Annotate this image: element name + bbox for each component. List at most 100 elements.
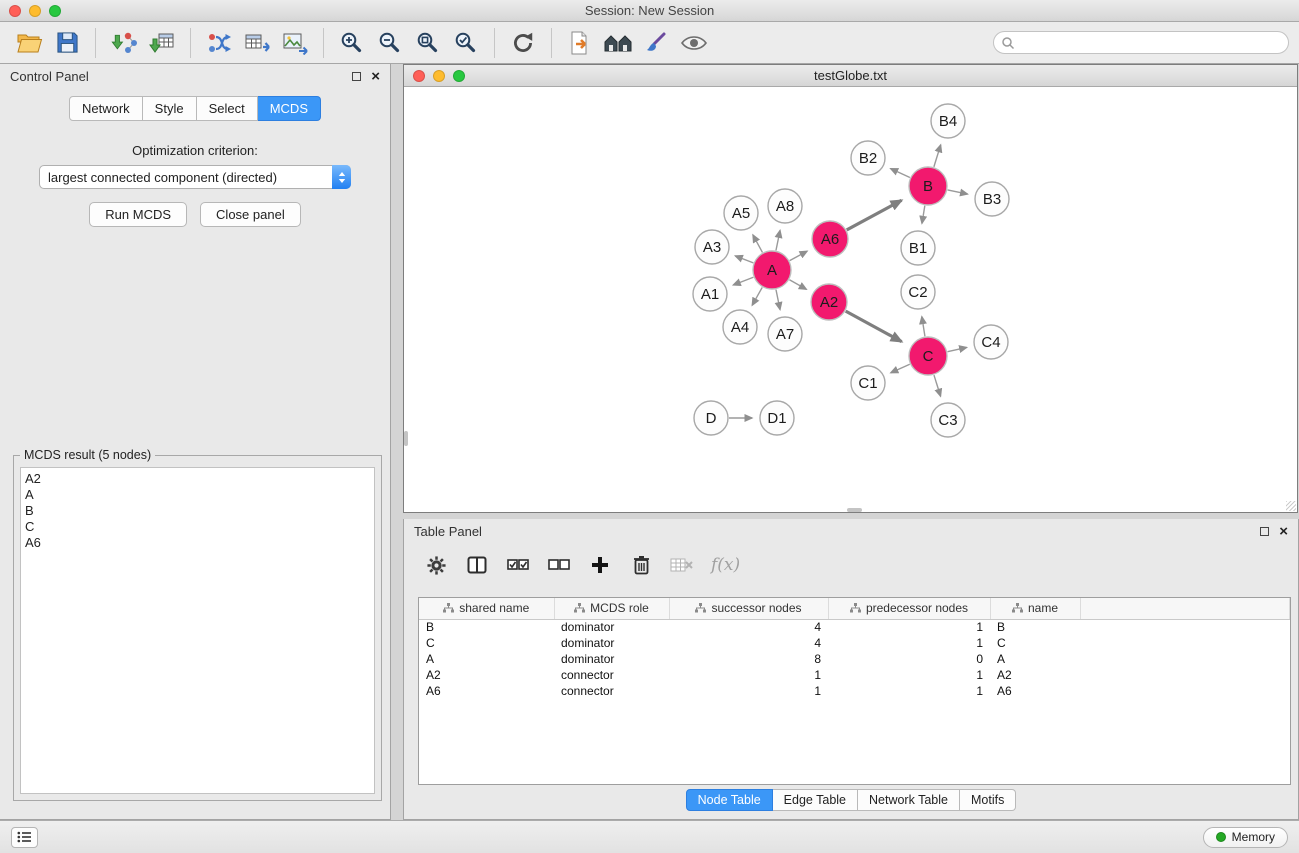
deselect-all-rows-button[interactable] xyxy=(547,553,571,577)
network-view[interactable]: B4B2BB3A5A8A6B1A3AC2A1A2A4A7C4CC1DD1C3 xyxy=(404,87,1297,512)
tab-style[interactable]: Style xyxy=(143,96,197,121)
zoom-selected-button[interactable] xyxy=(447,26,485,60)
graph-node[interactable]: A6 xyxy=(812,221,848,257)
close-window-button[interactable] xyxy=(9,5,21,17)
graph-edge[interactable] xyxy=(948,347,967,351)
graph-node[interactable]: B1 xyxy=(901,231,935,265)
list-item[interactable]: A6 xyxy=(25,535,374,551)
graph-edge[interactable] xyxy=(934,145,941,167)
horizontal-scrollbar-thumb[interactable] xyxy=(847,508,862,512)
tab-network-table[interactable]: Network Table xyxy=(858,789,960,811)
network-graph[interactable]: B4B2BB3A5A8A6B1A3AC2A1A2A4A7C4CC1DD1C3 xyxy=(404,87,1297,512)
graph-node[interactable]: C1 xyxy=(851,366,885,400)
graph-edge[interactable] xyxy=(776,290,780,310)
graph-edge[interactable] xyxy=(948,190,968,194)
tab-mcds[interactable]: MCDS xyxy=(258,96,321,121)
search-input[interactable] xyxy=(1015,34,1288,52)
zoom-in-button[interactable] xyxy=(333,26,371,60)
network-overview-button[interactable] xyxy=(599,26,637,60)
vertical-scrollbar-thumb[interactable] xyxy=(404,431,408,446)
graph-edge[interactable] xyxy=(790,251,807,260)
close-panel-icon[interactable]: × xyxy=(371,72,380,81)
list-item[interactable]: B xyxy=(25,503,374,519)
add-column-button[interactable] xyxy=(588,553,612,577)
memory-button[interactable]: Memory xyxy=(1203,827,1288,848)
graph-edge[interactable] xyxy=(753,235,763,252)
graph-node[interactable]: A3 xyxy=(695,230,729,264)
mcds-result-list[interactable]: A2ABCA6 xyxy=(20,467,375,794)
column-header[interactable]: successor nodes xyxy=(669,598,828,619)
graph-node[interactable]: D1 xyxy=(760,401,794,435)
graph-node[interactable]: B2 xyxy=(851,141,885,175)
graph-edge[interactable] xyxy=(789,280,806,289)
export-image-button[interactable] xyxy=(276,26,314,60)
tab-node-table[interactable]: Node Table xyxy=(686,789,773,811)
list-item[interactable]: A2 xyxy=(25,471,374,487)
graph-node[interactable]: A8 xyxy=(768,189,802,223)
close-panel-button[interactable]: Close panel xyxy=(200,202,301,227)
tab-edge-table[interactable]: Edge Table xyxy=(773,789,858,811)
minimize-window-button[interactable] xyxy=(29,5,41,17)
column-header[interactable]: MCDS role xyxy=(554,598,669,619)
table-row[interactable]: A6connector11A6 xyxy=(419,683,1290,699)
graph-node[interactable]: B xyxy=(909,167,947,205)
list-item[interactable]: C xyxy=(25,519,374,535)
close-table-panel-icon[interactable]: × xyxy=(1279,527,1288,536)
graph-edge[interactable] xyxy=(735,256,753,263)
table-row[interactable]: A2connector11A2 xyxy=(419,667,1290,683)
float-table-panel-button[interactable] xyxy=(1260,527,1269,536)
graph-node[interactable]: B4 xyxy=(931,104,965,138)
show-columns-button[interactable] xyxy=(465,553,489,577)
column-header[interactable]: name xyxy=(990,598,1080,619)
column-header[interactable]: shared name xyxy=(419,598,554,619)
graph-edge[interactable] xyxy=(846,311,902,342)
criterion-dropdown[interactable]: largest connected component (directed) xyxy=(39,165,351,189)
graph-node[interactable]: B3 xyxy=(975,182,1009,216)
import-network-button[interactable] xyxy=(105,26,143,60)
graph-node[interactable]: A5 xyxy=(724,196,758,230)
open-file-button[interactable] xyxy=(10,26,48,60)
resize-grip[interactable] xyxy=(1286,501,1296,511)
import-table-button[interactable] xyxy=(143,26,181,60)
tab-select[interactable]: Select xyxy=(197,96,258,121)
tab-motifs[interactable]: Motifs xyxy=(960,789,1016,811)
table-row[interactable]: Cdominator41C xyxy=(419,635,1290,651)
zoom-out-button[interactable] xyxy=(371,26,409,60)
network-minimize-button[interactable] xyxy=(433,70,445,82)
first-neighbors-button[interactable] xyxy=(561,26,599,60)
refresh-layout-button[interactable] xyxy=(504,26,542,60)
graph-node[interactable]: A2 xyxy=(811,284,847,320)
network-maximize-button[interactable] xyxy=(453,70,465,82)
graph-node[interactable]: A4 xyxy=(723,310,757,344)
graph-edge[interactable] xyxy=(891,364,910,373)
maximize-window-button[interactable] xyxy=(49,5,61,17)
run-mcds-button[interactable]: Run MCDS xyxy=(89,202,187,227)
table-row[interactable]: Adominator80A xyxy=(419,651,1290,667)
save-session-button[interactable] xyxy=(48,26,86,60)
graph-edge[interactable] xyxy=(776,230,780,250)
show-graphics-details-button[interactable] xyxy=(675,26,713,60)
export-network-button[interactable] xyxy=(200,26,238,60)
table-settings-button[interactable] xyxy=(424,553,448,577)
graph-node[interactable]: A1 xyxy=(693,277,727,311)
zoom-fit-button[interactable] xyxy=(409,26,447,60)
graph-node[interactable]: A xyxy=(753,251,791,289)
graph-edge[interactable] xyxy=(934,375,941,396)
graph-node[interactable]: C xyxy=(909,337,947,375)
tab-network[interactable]: Network xyxy=(69,96,143,121)
style-brush-button[interactable] xyxy=(637,26,675,60)
graph-edge[interactable] xyxy=(847,200,902,230)
graph-node[interactable]: C3 xyxy=(931,403,965,437)
show-console-button[interactable] xyxy=(11,827,38,848)
column-header[interactable]: predecessor nodes xyxy=(828,598,990,619)
float-panel-button[interactable] xyxy=(352,72,361,81)
graph-edge[interactable] xyxy=(922,206,925,224)
graph-node[interactable]: A7 xyxy=(768,317,802,351)
graph-node[interactable]: C4 xyxy=(974,325,1008,359)
delete-column-button[interactable] xyxy=(629,553,653,577)
graph-edge[interactable] xyxy=(922,317,925,337)
list-item[interactable]: A xyxy=(25,487,374,503)
graph-edge[interactable] xyxy=(733,277,753,285)
select-all-rows-button[interactable] xyxy=(506,553,530,577)
export-table-button[interactable] xyxy=(238,26,276,60)
